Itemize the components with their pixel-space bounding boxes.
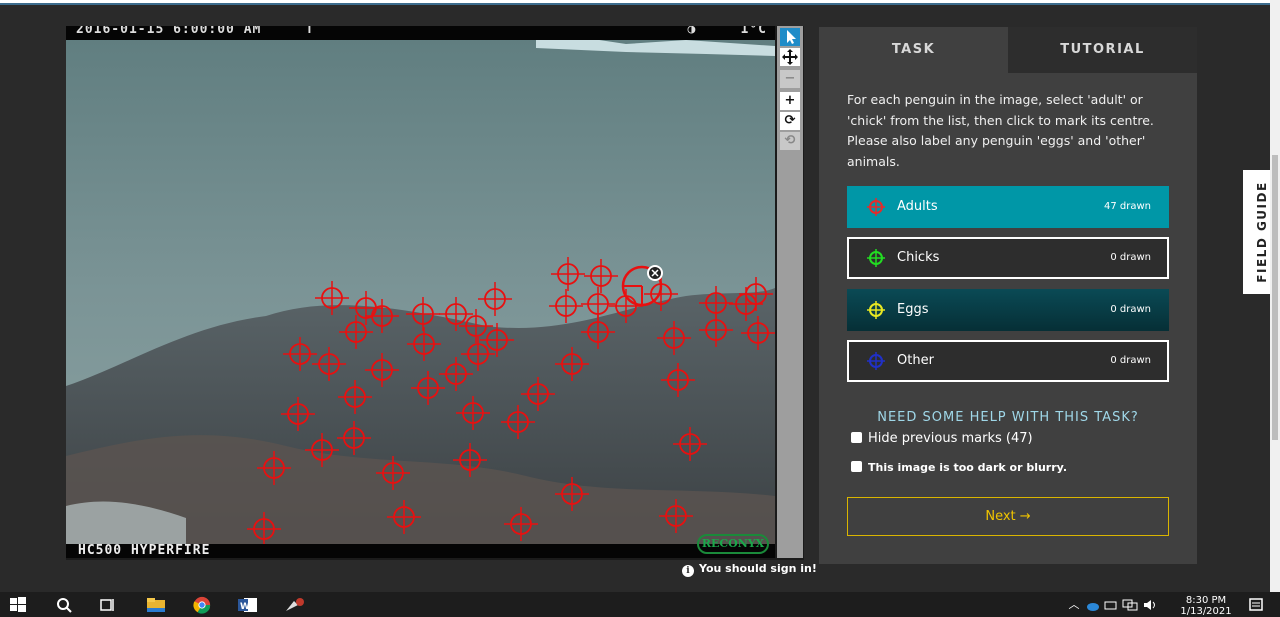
network-icon[interactable]: [1122, 596, 1138, 614]
tool-eggs[interactable]: Eggs 0 drawn: [847, 289, 1169, 331]
image-toolbar: − + ⟳ ⟲: [777, 26, 803, 558]
file-explorer-icon[interactable]: [146, 596, 166, 614]
notifications-icon[interactable]: [1248, 596, 1264, 614]
loading-bar: [0, 3, 1280, 5]
zoom-in-button[interactable]: +: [780, 92, 800, 110]
photo-timestamp: 2016-01-15 6:00:00 AM: [76, 26, 262, 37]
svg-text:W: W: [240, 602, 250, 612]
windows-start-icon[interactable]: [10, 596, 26, 614]
reconyx-logo: RECONYX: [697, 534, 769, 554]
photo-canvas[interactable]: [66, 26, 775, 558]
sign-in-text: You should sign in!: [699, 562, 817, 575]
zoom-out-button[interactable]: −: [780, 70, 800, 88]
move-tool-button[interactable]: [780, 48, 800, 66]
tool-adults-label: Adults: [897, 199, 938, 214]
tool-other-count: 0 drawn: [1110, 355, 1151, 366]
scrollbar-thumb[interactable]: [1272, 155, 1278, 440]
task-panel: TASK TUTORIAL For each penguin in the im…: [819, 27, 1197, 564]
chrome-icon[interactable]: [192, 596, 212, 614]
tool-adults-count: 47 drawn: [1103, 201, 1151, 212]
system-clock[interactable]: 8:30 PM 1/13/2021: [1178, 595, 1234, 617]
checkbox-box[interactable]: [851, 432, 862, 443]
camera-model: HC500 HYPERFIRE: [78, 543, 211, 558]
task-instructions: For each penguin in the image, select 'a…: [847, 92, 1154, 169]
chevron-up-icon[interactable]: ︿: [1068, 596, 1080, 614]
move-arrows-icon: [782, 49, 798, 65]
cursor-arrow-icon: [787, 30, 796, 44]
page-scrollbar[interactable]: [1270, 0, 1280, 592]
pointer-tool-button[interactable]: [780, 28, 800, 46]
info-icon: i: [682, 565, 694, 577]
tool-other[interactable]: Other 0 drawn: [847, 340, 1169, 382]
tool-chicks-label: Chicks: [897, 250, 940, 265]
battery-icon[interactable]: [1104, 596, 1118, 614]
hide-marks-checkbox[interactable]: Hide previous marks (47): [851, 431, 1033, 446]
tool-adults[interactable]: Adults 47 drawn: [847, 186, 1169, 228]
photo-temperature: 1°C: [740, 26, 767, 37]
tool-chicks[interactable]: Chicks 0 drawn: [847, 237, 1169, 279]
tool-chicks-count: 0 drawn: [1110, 252, 1151, 263]
tab-task[interactable]: TASK: [819, 27, 1008, 73]
camera-model-bar: HC500 HYPERFIRE: [66, 544, 775, 558]
delete-mark-icon[interactable]: [647, 265, 663, 281]
task-tabs: TASK TUTORIAL: [819, 27, 1197, 73]
crosshair-icon: [867, 198, 885, 216]
image-viewer: 2016-01-15 6:00:00 AM T ◑ 1°C HC500 HYPE…: [66, 26, 804, 560]
photo-timestamp-extra: T: [305, 26, 315, 37]
snipping-tool-icon[interactable]: [284, 596, 306, 614]
crosshair-icon: [867, 301, 885, 319]
word-icon[interactable]: W: [238, 596, 258, 614]
camera-info-bar: 2016-01-15 6:00:00 AM T ◑ 1°C: [66, 26, 775, 40]
crosshair-icon: [867, 352, 885, 370]
hide-marks-label: Hide previous marks (47): [868, 431, 1033, 446]
tab-tutorial[interactable]: TUTORIAL: [1008, 27, 1197, 73]
sign-in-notice[interactable]: i You should sign in!: [682, 562, 817, 577]
help-link[interactable]: NEED SOME HELP WITH THIS TASK?: [819, 410, 1197, 425]
reset-view-button[interactable]: ⟲: [780, 132, 800, 150]
search-icon[interactable]: [56, 596, 72, 614]
tool-eggs-label: Eggs: [897, 302, 929, 317]
too-dark-label: This image is too dark or blurry.: [868, 461, 1067, 474]
moon-phase-icon: ◑: [687, 26, 697, 37]
onedrive-icon[interactable]: [1086, 596, 1100, 614]
camera-trap-photo[interactable]: 2016-01-15 6:00:00 AM T ◑ 1°C HC500 HYPE…: [66, 26, 775, 558]
task-view-icon[interactable]: [100, 596, 116, 614]
field-guide-label: FIELD GUIDE: [1254, 181, 1269, 283]
clock-time: 8:30 PM: [1185, 595, 1227, 606]
next-button[interactable]: Next →: [847, 497, 1169, 536]
clock-date: 1/13/2021: [1180, 606, 1232, 617]
tool-eggs-count: 0 drawn: [1110, 304, 1151, 315]
windows-taskbar: W ︿ 8:30 PM 1/13/2021: [0, 592, 1280, 617]
crosshair-icon: [867, 249, 885, 267]
tool-other-label: Other: [897, 353, 934, 368]
too-dark-checkbox[interactable]: This image is too dark or blurry.: [851, 461, 1067, 474]
volume-icon[interactable]: [1142, 596, 1158, 614]
rotate-button[interactable]: ⟳: [780, 112, 800, 130]
checkbox-box[interactable]: [851, 461, 862, 472]
